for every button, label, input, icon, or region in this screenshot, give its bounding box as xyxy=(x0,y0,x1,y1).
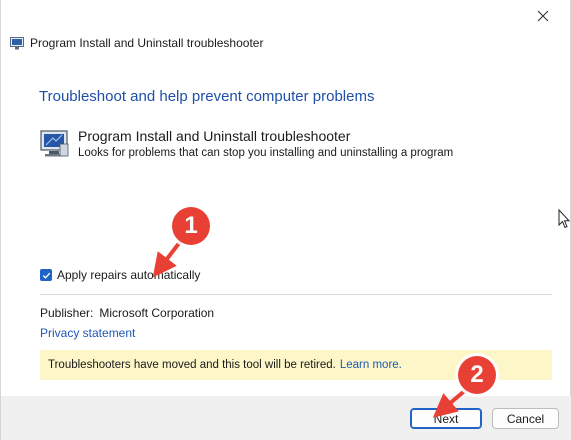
dialog-footer: Next Cancel xyxy=(1,396,571,440)
page-headline: Troubleshoot and help prevent computer p… xyxy=(39,88,375,105)
troubleshooter-app-icon xyxy=(10,36,24,49)
apply-repairs-checkbox-row[interactable]: Apply repairs automatically xyxy=(40,268,200,282)
monitor-wrench-icon xyxy=(40,130,69,157)
publisher-value: Microsoft Corporation xyxy=(99,306,215,320)
section-divider xyxy=(40,294,552,295)
window-title-bar: Program Install and Uninstall troublesho… xyxy=(10,36,263,50)
window-title: Program Install and Uninstall troublesho… xyxy=(30,36,264,50)
troubleshooter-description: Looks for problems that can stop you ins… xyxy=(78,147,454,159)
content-panel: Troubleshoot and help prevent computer p… xyxy=(24,68,554,396)
apply-repairs-checkbox[interactable] xyxy=(40,269,52,281)
close-button[interactable] xyxy=(520,0,566,32)
close-icon xyxy=(537,10,549,22)
apply-repairs-label: Apply repairs automatically xyxy=(57,268,201,282)
resize-cursor-icon xyxy=(558,209,570,229)
annotation-marker-2: 2 xyxy=(458,356,496,394)
annotation-marker-1: 1 xyxy=(172,207,210,245)
cancel-button[interactable]: Cancel xyxy=(492,408,559,429)
privacy-statement-link[interactable]: Privacy statement xyxy=(40,326,135,340)
learn-more-link[interactable]: Learn more. xyxy=(340,359,402,371)
troubleshooter-item: Program Install and Uninstall troublesho… xyxy=(40,128,453,159)
next-button[interactable]: Next xyxy=(410,408,482,429)
publisher-label: Publisher: xyxy=(40,306,94,320)
publisher-info: Publisher: Microsoft Corporation xyxy=(40,306,214,320)
troubleshooter-title: Program Install and Uninstall troublesho… xyxy=(78,128,351,144)
checkmark-icon xyxy=(42,272,50,279)
banner-text: Troubleshooters have moved and this tool… xyxy=(48,359,336,371)
